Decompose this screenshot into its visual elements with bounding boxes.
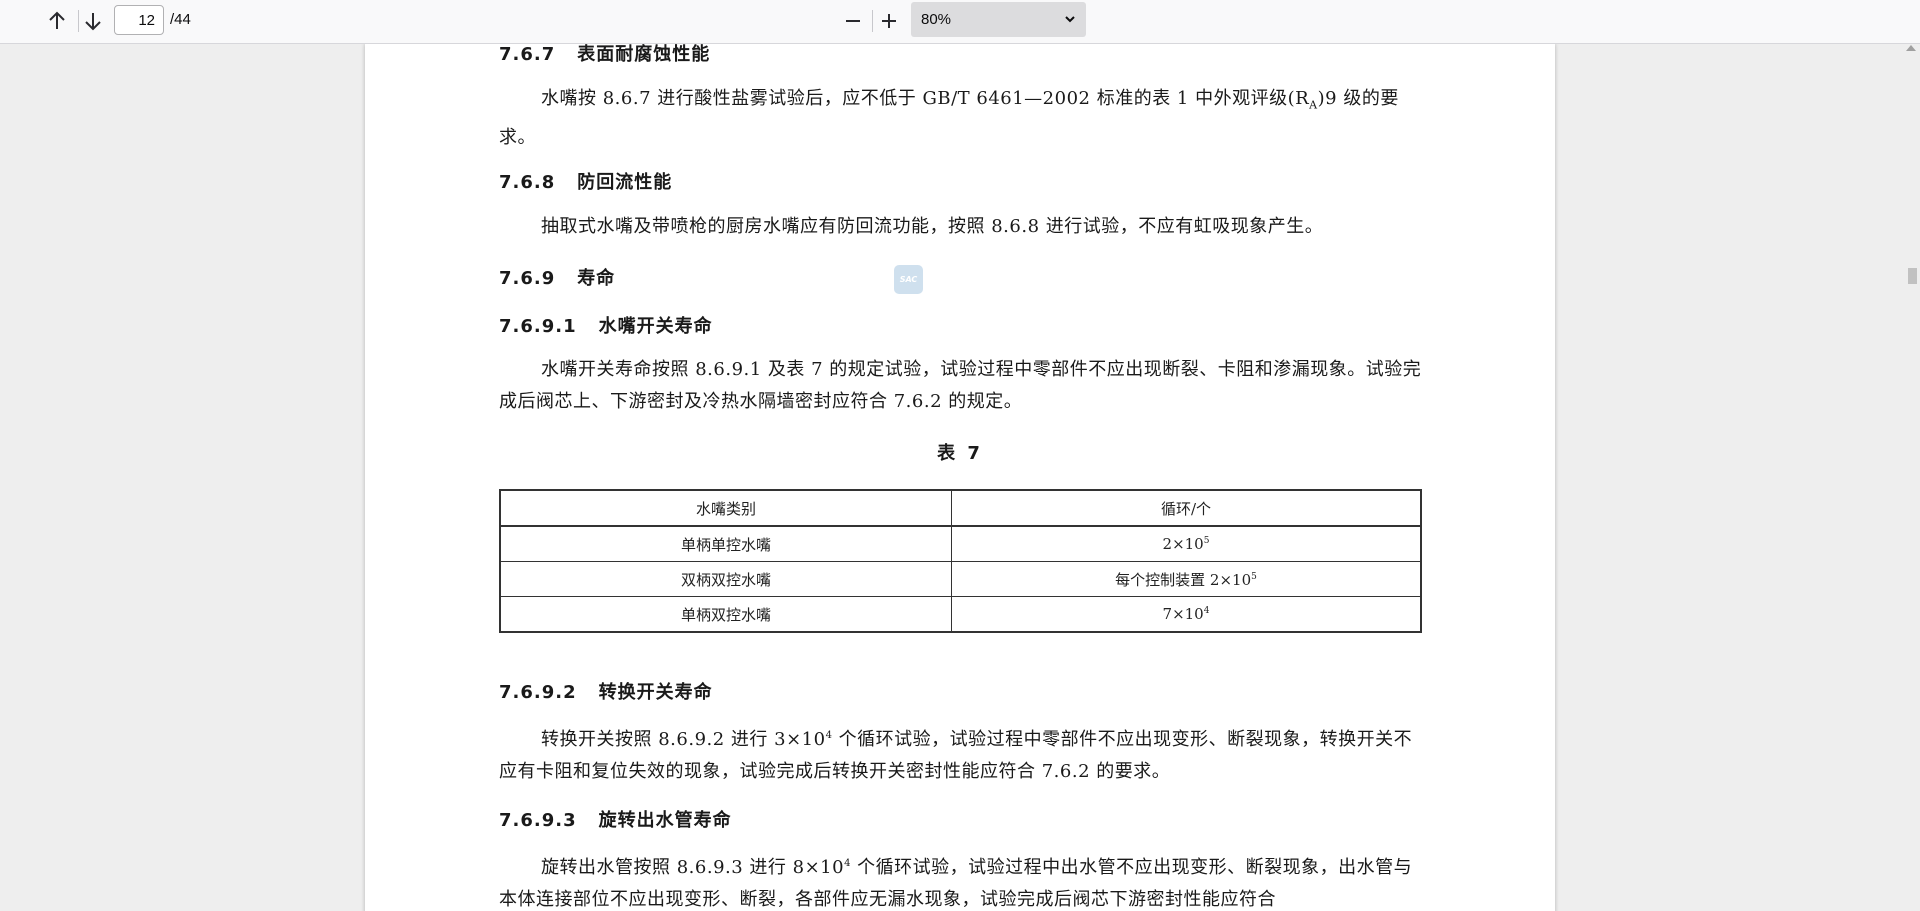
- table-cell: 单柄双控水嘴: [499, 596, 952, 633]
- table-header-cell: 水嘴类别: [499, 489, 952, 527]
- table-header-cell: 循环/个: [951, 489, 1422, 527]
- cell-value: 2×10: [1162, 535, 1204, 553]
- section-number: 7.6.8: [499, 172, 556, 193]
- vertical-scrollbar[interactable]: [1904, 44, 1920, 911]
- chevron-down-icon: [1064, 10, 1076, 29]
- cell-value: 7×10: [1162, 605, 1204, 623]
- table-cell: 每个控制装置 2×105: [951, 561, 1422, 597]
- section-heading-7-6-9-1: 7.6.9.1 水嘴开关寿命: [499, 312, 713, 338]
- pdf-page: 7.6.7 表面耐腐蚀性能 水嘴按 8.6.7 进行酸性盐雾试验后，应不低于 GB…: [365, 44, 1555, 911]
- section-title: 防回流性能: [577, 172, 673, 193]
- zoom-in-button[interactable]: [873, 6, 905, 36]
- paragraph-7-6-8: 抽取式水嘴及带喷枪的厨房水嘴应有防回流功能，按照 8.6.8 进行试验，不应有虹…: [541, 216, 1324, 237]
- section-number: 7.6.9: [499, 268, 556, 289]
- zoom-out-button[interactable]: [837, 6, 869, 36]
- paragraph-text: 水嘴按 8.6.7 进行酸性盐雾试验后，应不低于 GB/T 6461—2002 …: [541, 88, 1310, 109]
- section-heading-7-6-9: 7.6.9 寿命: [499, 264, 615, 290]
- section-title: 水嘴开关寿命: [598, 316, 713, 337]
- cycle-life-table: 水嘴类别 循环/个 单柄单控水嘴 2×105 双柄双控水嘴 每个控制装置 2×1…: [499, 489, 1422, 633]
- document-viewer[interactable]: 7.6.7 表面耐腐蚀性能 水嘴按 8.6.7 进行酸性盐雾试验后，应不低于 GB…: [0, 44, 1920, 911]
- table-cell: 2×105: [951, 525, 1422, 562]
- section-heading-7-6-8: 7.6.8 防回流性能: [499, 168, 672, 194]
- table-header-row: 水嘴类别 循环/个: [499, 489, 1422, 527]
- next-page-button[interactable]: [77, 6, 109, 36]
- table-caption: 表 7: [937, 443, 983, 464]
- table-cell: 双柄双控水嘴: [499, 561, 952, 597]
- page-total-label: /44: [170, 11, 191, 28]
- zoom-value: 80%: [921, 11, 952, 28]
- section-heading-7-6-9-3: 7.6.9.3 旋转出水管寿命: [499, 806, 732, 832]
- paragraph-text: 旋转出水管按照 8.6.9.3 进行 8×10: [541, 857, 845, 878]
- zoom-in-icon: [880, 12, 898, 30]
- table-cell: 单柄单控水嘴: [499, 525, 952, 562]
- section-number: 7.6.9.1: [499, 316, 577, 337]
- cell-exponent: 5: [1251, 571, 1257, 582]
- section-number: 7.6.9.2: [499, 682, 577, 703]
- page-number-input[interactable]: [114, 5, 164, 35]
- exponent-text: 4: [844, 858, 851, 869]
- cell-exponent: 5: [1203, 536, 1210, 546]
- scroll-up-arrow-icon[interactable]: [1906, 45, 1916, 51]
- paragraph-7-6-9-3: 旋转出水管按照 8.6.9.3 进行 8×104 个循环试验，试验过程中出水管不…: [499, 848, 1424, 911]
- zoom-select[interactable]: 80%: [911, 2, 1086, 37]
- table-row: 单柄双控水嘴 7×104: [499, 596, 1422, 633]
- arrow-up-icon: [47, 11, 67, 31]
- arrow-down-icon: [83, 11, 103, 31]
- section-title: 表面耐腐蚀性能: [577, 44, 711, 65]
- paragraph-7-6-7: 水嘴按 8.6.7 进行酸性盐雾试验后，应不低于 GB/T 6461—2002 …: [499, 83, 1424, 154]
- table-row: 单柄单控水嘴 2×105: [499, 525, 1422, 562]
- sac-watermark-logo: SAC: [894, 265, 923, 294]
- section-title: 转换开关寿命: [598, 682, 713, 703]
- section-number: 7.6.9.3: [499, 810, 577, 831]
- cell-value: 每个控制装置 2×10: [1115, 570, 1252, 589]
- section-number: 7.6.7: [499, 44, 556, 65]
- section-title: 旋转出水管寿命: [598, 810, 732, 831]
- watermark-text: SAC: [899, 275, 918, 284]
- paragraph-text: 转换开关按照 8.6.9.2 进行 3×10: [541, 729, 826, 750]
- scrollbar-thumb[interactable]: [1908, 268, 1917, 284]
- paragraph-7-6-9-1: 水嘴开关寿命按照 8.6.9.1 及表 7 的规定试验，试验过程中零部件不应出现…: [499, 359, 1422, 412]
- paragraph-7-6-9-2: 转换开关按照 8.6.9.2 进行 3×104 个循环试验，试验过程中零部件不应…: [499, 720, 1424, 788]
- section-title: 寿命: [577, 268, 616, 289]
- subscript-text: A: [1309, 98, 1318, 112]
- previous-page-button[interactable]: [41, 6, 73, 36]
- section-heading-7-6-9-2: 7.6.9.2 转换开关寿命: [499, 678, 713, 704]
- zoom-out-icon: [844, 12, 862, 30]
- table-cell: 7×104: [951, 596, 1422, 633]
- section-heading-7-6-7: 7.6.7 表面耐腐蚀性能: [499, 44, 710, 66]
- cell-exponent: 4: [1203, 606, 1210, 616]
- table-row: 双柄双控水嘴 每个控制装置 2×105: [499, 561, 1422, 597]
- pdf-toolbar: /44 80%: [0, 0, 1920, 44]
